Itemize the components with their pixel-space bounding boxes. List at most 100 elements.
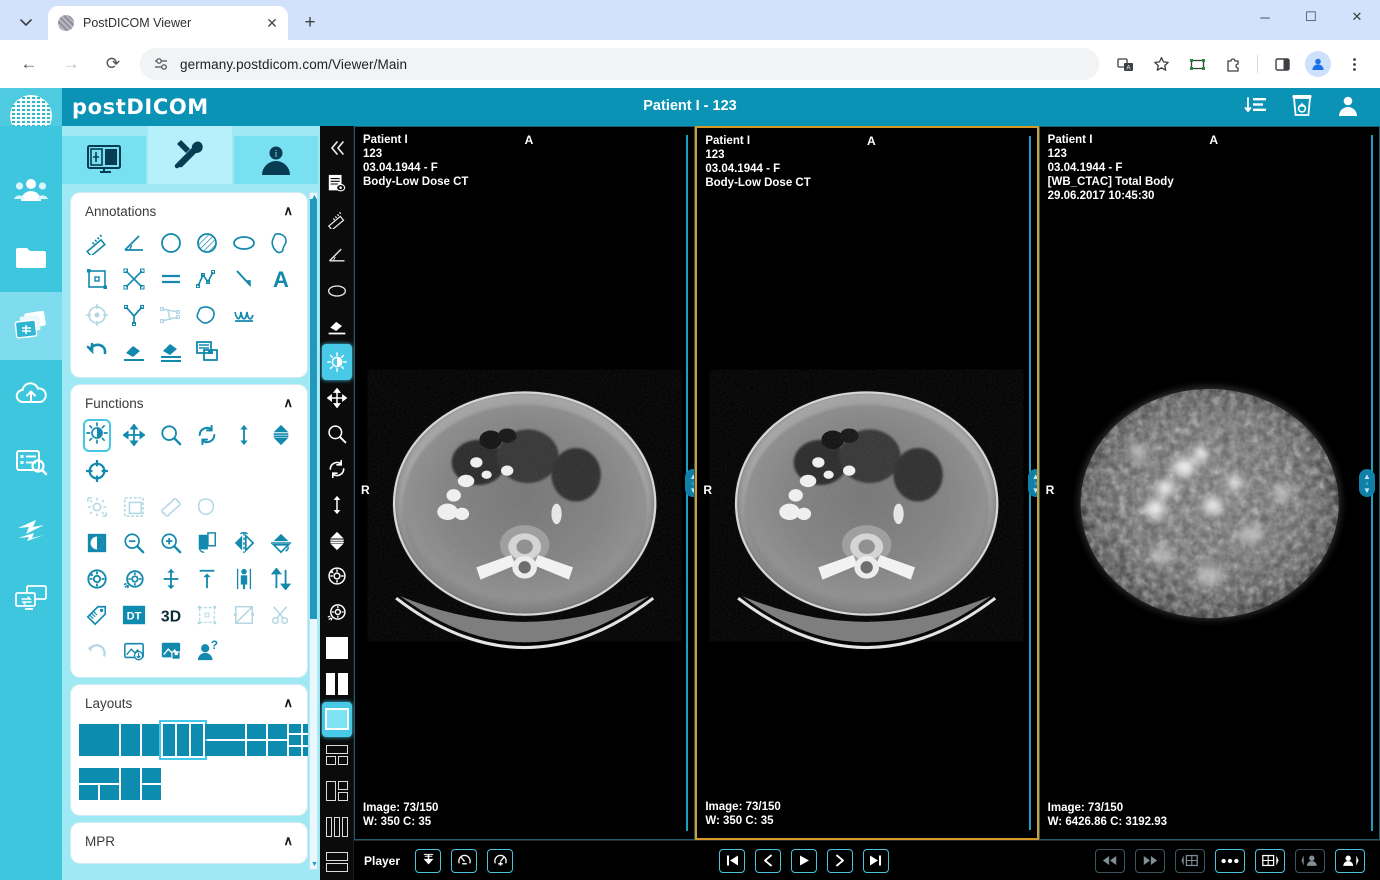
zoom-in-icon[interactable] [152, 525, 189, 561]
tag-dicom-icon[interactable] [79, 597, 116, 633]
scroll-vertical-icon[interactable] [322, 487, 352, 523]
window-maximize-button[interactable]: ☐ [1288, 0, 1334, 34]
last-frame-button[interactable] [863, 849, 889, 873]
sort-list-icon[interactable] [1242, 92, 1270, 120]
panel-scrollbar[interactable]: ▲ ▼ [309, 192, 318, 870]
next-patient-button[interactable] [1335, 849, 1365, 873]
side-panel-icon[interactable] [1267, 49, 1297, 79]
layout-1x3[interactable] [163, 719, 203, 761]
circle-icon[interactable] [152, 225, 189, 261]
next-series-button[interactable] [1135, 849, 1165, 873]
pan-move-icon[interactable] [322, 380, 352, 416]
layout-1-2[interactable] [79, 763, 119, 805]
stack-scroll-icon[interactable] [322, 523, 352, 559]
layout-1x2-icon[interactable] [322, 666, 352, 702]
undo-icon[interactable] [79, 333, 116, 369]
angle-icon[interactable] [322, 237, 352, 273]
rotate-right-icon[interactable] [116, 561, 153, 597]
rotate-right-icon[interactable] [322, 594, 352, 630]
new-tab-button[interactable]: + [296, 9, 324, 37]
bone-preset-icon[interactable] [152, 489, 189, 525]
back-button[interactable]: ← [13, 48, 45, 80]
next-layout-page-button[interactable] [1255, 849, 1285, 873]
flip-vertical-icon[interactable] [262, 525, 299, 561]
ruler-length-icon[interactable] [322, 201, 352, 237]
collapse-left-icon[interactable] [322, 130, 352, 166]
layouts-card-header[interactable]: Layouts ∧ [71, 691, 307, 717]
viewport-1[interactable]: Patient I 123 03.04.1944 - F Body-Low Do… [354, 126, 695, 840]
polyline-icon[interactable] [189, 261, 226, 297]
layout-2x1[interactable] [205, 719, 245, 761]
player-download-button[interactable] [415, 849, 441, 873]
scissors-icon[interactable] [262, 597, 299, 633]
text-annotation-icon[interactable]: A [262, 261, 299, 297]
three-d-icon[interactable]: 3D [152, 597, 189, 633]
sidebar-item-sync[interactable] [0, 496, 62, 564]
eraser-icon[interactable] [322, 309, 352, 345]
tab-info[interactable]: i [234, 136, 318, 184]
recycle-bin-icon[interactable] [1288, 92, 1316, 120]
prev-layout-page-button[interactable] [1175, 849, 1205, 873]
dt-icon[interactable]: DT [116, 597, 153, 633]
target-point-icon[interactable] [79, 297, 116, 333]
layout-1x1[interactable] [79, 719, 119, 761]
cobb-angle-icon[interactable] [116, 297, 153, 333]
viewport-1-scroll-handle[interactable]: ▲ ◦ ▼ [685, 469, 695, 497]
ellipse-icon[interactable] [322, 273, 352, 309]
export-image-icon[interactable] [152, 633, 189, 669]
chrome-menu-icon[interactable] [1339, 49, 1369, 79]
layout-2x2[interactable] [247, 719, 287, 761]
closed-curve-icon[interactable] [189, 297, 226, 333]
organ-preset-icon[interactable] [189, 489, 226, 525]
roi-window-icon[interactable] [116, 489, 153, 525]
layout-3x3[interactable] [289, 719, 308, 761]
address-bar[interactable]: germany.postdicom.com/Viewer/Main [140, 48, 1099, 80]
layout-2row-icon[interactable] [322, 844, 352, 880]
capture-icon[interactable] [1182, 49, 1212, 79]
sidebar-item-search-reports[interactable] [0, 428, 62, 496]
sidebar-item-remote-share[interactable] [0, 564, 62, 632]
window-close-button[interactable]: ✕ [1334, 0, 1380, 34]
window-level-icon[interactable] [79, 417, 116, 453]
eraser-single-icon[interactable] [116, 333, 153, 369]
rotate-left-icon[interactable] [79, 561, 116, 597]
document-preview-icon[interactable] [322, 166, 352, 202]
layout-left-big[interactable] [121, 763, 161, 805]
invert-icon[interactable] [79, 525, 116, 561]
auto-window-icon[interactable] [79, 489, 116, 525]
magnify-zoom-icon[interactable] [322, 416, 352, 452]
prev-frame-button[interactable] [755, 849, 781, 873]
extensions-puzzle-icon[interactable] [1218, 49, 1248, 79]
hatched-circle-icon[interactable] [189, 225, 226, 261]
chevron-up-icon[interactable]: ∧ [283, 833, 293, 849]
save-annotation-icon[interactable] [189, 333, 226, 369]
pan-move-icon[interactable] [116, 417, 153, 453]
viewport-2-scroll-handle[interactable]: ▲ ◦ ▼ [1028, 469, 1039, 497]
angle-icon[interactable] [116, 225, 153, 261]
next-frame-button[interactable] [827, 849, 853, 873]
save-image-icon[interactable] [116, 633, 153, 669]
prev-patient-button[interactable] [1295, 849, 1325, 873]
rotate-reset-icon[interactable] [189, 417, 226, 453]
scroll-down-arrow-icon[interactable]: ▼ [311, 861, 318, 868]
forward-button[interactable]: → [55, 48, 87, 80]
layout-3col-icon[interactable] [322, 809, 352, 845]
patient-help-icon[interactable]: ? [189, 633, 226, 669]
sidebar-item-upload[interactable] [0, 360, 62, 428]
fit-center-icon[interactable] [189, 561, 226, 597]
layout-left-big-icon[interactable] [322, 773, 352, 809]
window-minimize-button[interactable]: ─ [1242, 0, 1288, 34]
scroll-vertical-icon[interactable] [226, 417, 263, 453]
functions-card-header[interactable]: Functions ∧ [71, 391, 307, 417]
translate-icon[interactable]: A [1110, 49, 1140, 79]
prev-series-button[interactable] [1095, 849, 1125, 873]
layout-1x3-icon[interactable] [322, 702, 352, 738]
sidebar-item-users[interactable] [0, 156, 62, 224]
rotate-left-icon[interactable] [322, 559, 352, 595]
more-options-button[interactable] [1215, 849, 1245, 873]
panel-scrollbar-thumb[interactable] [310, 199, 317, 619]
spine-angle-icon[interactable] [152, 297, 189, 333]
sort-updown-icon[interactable] [262, 561, 299, 597]
chevron-up-icon[interactable]: ∧ [283, 695, 293, 711]
mpr-card-header[interactable]: MPR ∧ [71, 829, 307, 855]
